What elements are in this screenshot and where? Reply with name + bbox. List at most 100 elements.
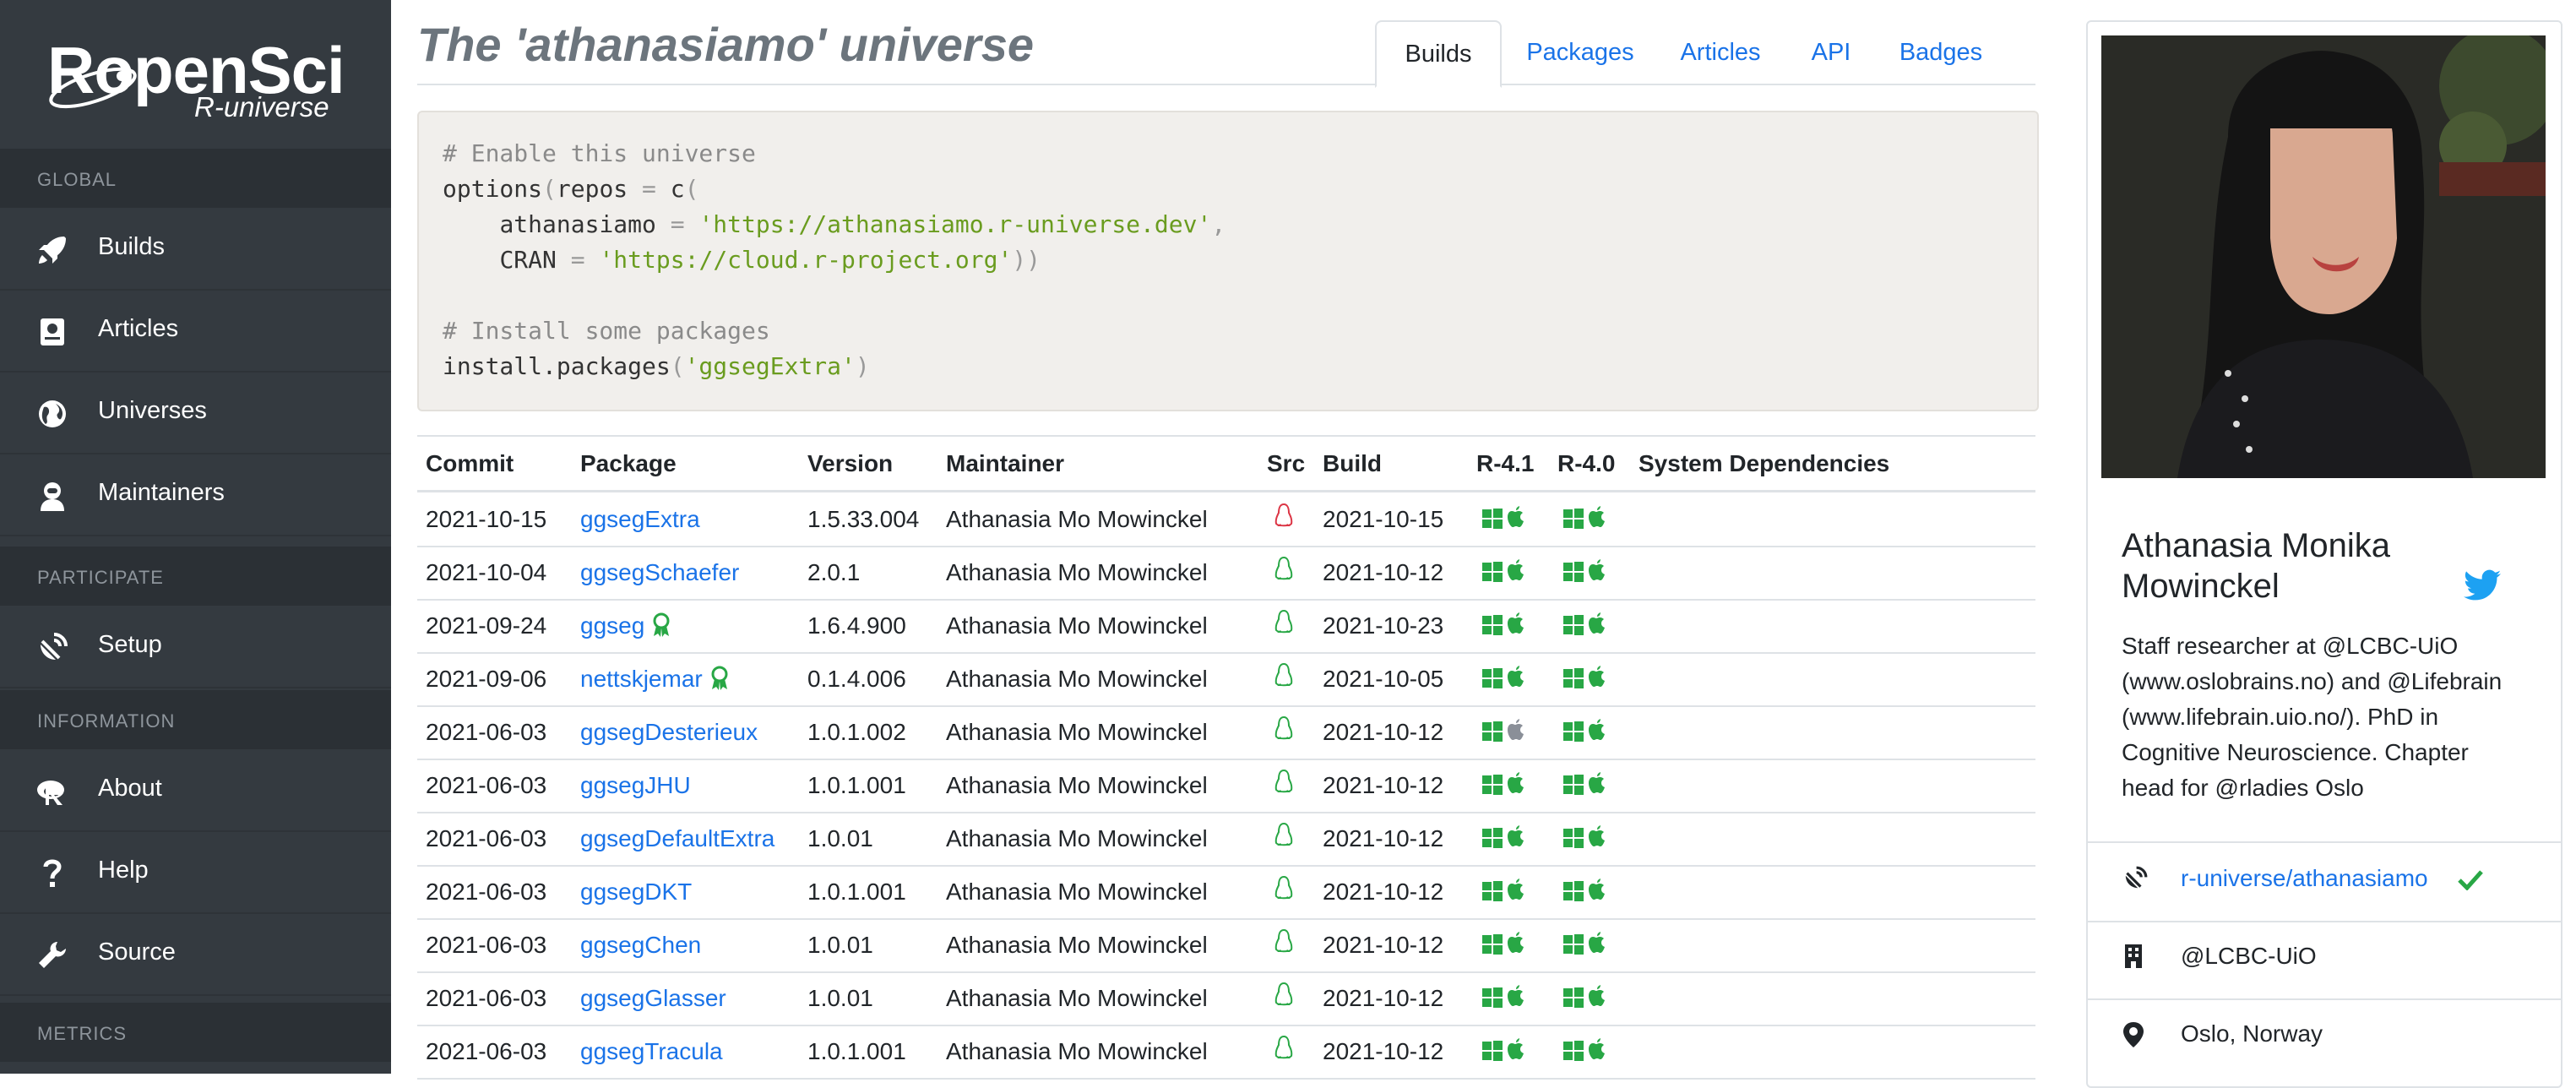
tab-api[interactable]: API	[1797, 20, 1865, 84]
commit-date[interactable]: 2021-06-03	[426, 1038, 546, 1065]
apple-icon[interactable]	[1507, 719, 1525, 745]
apple-icon[interactable]	[1507, 506, 1525, 532]
windows-icon[interactable]	[1562, 721, 1584, 747]
commit-date[interactable]: 2021-06-03	[426, 932, 546, 959]
linux-icon[interactable]	[1274, 769, 1294, 798]
linux-icon[interactable]	[1274, 556, 1294, 585]
commit-date[interactable]: 2021-06-03	[426, 985, 546, 1012]
windows-icon[interactable]	[1562, 933, 1584, 960]
windows-icon[interactable]	[1481, 561, 1503, 587]
apple-icon[interactable]	[1588, 879, 1606, 905]
sidebar-item-universes[interactable]: Universes	[0, 372, 391, 454]
commit-date[interactable]: 2021-06-03	[426, 825, 546, 852]
windows-icon[interactable]	[1481, 508, 1503, 534]
col-commit[interactable]: Commit	[426, 450, 514, 477]
apple-icon[interactable]	[1507, 879, 1525, 905]
windows-icon[interactable]	[1481, 827, 1503, 853]
windows-icon[interactable]	[1481, 721, 1503, 747]
col-package[interactable]: Package	[580, 450, 677, 477]
apple-icon[interactable]	[1507, 985, 1525, 1011]
apple-icon[interactable]	[1588, 1038, 1606, 1064]
tab-builds[interactable]: Builds	[1375, 20, 1502, 88]
apple-icon[interactable]	[1588, 719, 1606, 745]
apple-icon[interactable]	[1588, 612, 1606, 639]
profile-universe-link[interactable]: r-universe/athanasiamo	[2181, 865, 2428, 892]
windows-icon[interactable]	[1562, 561, 1584, 587]
col-r41[interactable]: R-4.1	[1476, 450, 1534, 477]
package-link[interactable]: ggsegExtra	[580, 506, 700, 533]
apple-icon[interactable]	[1507, 825, 1525, 851]
linux-icon[interactable]	[1274, 1035, 1294, 1064]
commit-date[interactable]: 2021-10-04	[426, 559, 546, 586]
windows-icon[interactable]	[1562, 827, 1584, 853]
sidebar-item-source[interactable]: Source	[0, 913, 391, 996]
windows-icon[interactable]	[1562, 987, 1584, 1013]
apple-icon[interactable]	[1588, 985, 1606, 1011]
windows-icon[interactable]	[1481, 774, 1503, 800]
package-link[interactable]: ggsegGlasser	[580, 985, 726, 1012]
windows-icon[interactable]	[1481, 1040, 1503, 1066]
windows-icon[interactable]	[1562, 614, 1584, 640]
apple-icon[interactable]	[1507, 1038, 1525, 1064]
linux-icon[interactable]	[1274, 875, 1294, 905]
sidebar-item-setup[interactable]: Setup	[0, 606, 391, 688]
package-link[interactable]: ggsegJHU	[580, 772, 691, 799]
windows-icon[interactable]	[1481, 933, 1503, 960]
sidebar-item-help[interactable]: Help	[0, 831, 391, 914]
apple-icon[interactable]	[1588, 559, 1606, 585]
windows-icon[interactable]	[1562, 667, 1584, 694]
apple-icon[interactable]	[1588, 825, 1606, 851]
commit-date[interactable]: 2021-06-03	[426, 879, 546, 906]
sidebar-item-maintainers[interactable]: Maintainers	[0, 454, 391, 536]
apple-icon[interactable]	[1507, 932, 1525, 958]
windows-icon[interactable]	[1562, 1040, 1584, 1066]
apple-icon[interactable]	[1588, 932, 1606, 958]
col-version[interactable]: Version	[807, 450, 893, 477]
tab-badges[interactable]: Badges	[1882, 20, 2000, 84]
commit-date[interactable]: 2021-09-06	[426, 666, 546, 693]
col-r40[interactable]: R-4.0	[1557, 450, 1615, 477]
package-link[interactable]: ggsegChen	[580, 932, 701, 959]
commit-date[interactable]: 2021-06-03	[426, 719, 546, 746]
col-sysdeps[interactable]: System Dependencies	[1639, 450, 1889, 477]
linux-fail-icon[interactable]	[1274, 503, 1294, 532]
linux-icon[interactable]	[1274, 715, 1294, 745]
linux-icon[interactable]	[1274, 609, 1294, 639]
col-maintainer[interactable]: Maintainer	[946, 450, 1064, 477]
col-src[interactable]: Src	[1267, 450, 1305, 477]
tab-articles[interactable]: Articles	[1666, 20, 1775, 84]
apple-icon[interactable]	[1507, 612, 1525, 639]
sidebar-item-builds[interactable]: Builds	[0, 208, 391, 291]
windows-icon[interactable]	[1481, 614, 1503, 640]
apple-icon[interactable]	[1507, 666, 1525, 692]
apple-icon[interactable]	[1588, 666, 1606, 692]
commit-date[interactable]: 2021-09-24	[426, 612, 546, 639]
sidebar-item-articles[interactable]: Articles	[0, 290, 391, 373]
apple-icon[interactable]	[1507, 772, 1525, 798]
ropensci-logo[interactable]: RopenSci R-universe	[44, 19, 348, 122]
package-link[interactable]: ggsegSchaefer	[580, 559, 739, 586]
windows-icon[interactable]	[1562, 774, 1584, 800]
commit-date[interactable]: 2021-06-03	[426, 772, 546, 799]
linux-icon[interactable]	[1274, 982, 1294, 1011]
twitter-icon[interactable]	[2464, 569, 2501, 601]
package-link[interactable]: ggsegDesterieux	[580, 719, 758, 746]
apple-icon[interactable]	[1507, 559, 1525, 585]
col-build[interactable]: Build	[1323, 450, 1382, 477]
package-link[interactable]: nettskjemar	[580, 666, 703, 693]
package-link[interactable]: ggsegDKT	[580, 879, 692, 906]
package-link[interactable]: ggsegDefaultExtra	[580, 825, 774, 852]
install-code-block[interactable]: # Enable this universe options(repos = c…	[417, 111, 2039, 411]
linux-icon[interactable]	[1274, 662, 1294, 692]
profile-universe-row[interactable]: r-universe/athanasiamo	[2122, 858, 2544, 900]
windows-icon[interactable]	[1481, 667, 1503, 694]
tab-packages[interactable]: Packages	[1508, 20, 1652, 84]
linux-icon[interactable]	[1274, 822, 1294, 851]
windows-icon[interactable]	[1562, 508, 1584, 534]
windows-icon[interactable]	[1481, 880, 1503, 906]
package-link[interactable]: ggsegTracula	[580, 1038, 723, 1065]
windows-icon[interactable]	[1481, 987, 1503, 1013]
linux-icon[interactable]	[1274, 928, 1294, 958]
sidebar-item-about[interactable]: About	[0, 749, 391, 832]
package-link[interactable]: ggseg	[580, 612, 644, 639]
